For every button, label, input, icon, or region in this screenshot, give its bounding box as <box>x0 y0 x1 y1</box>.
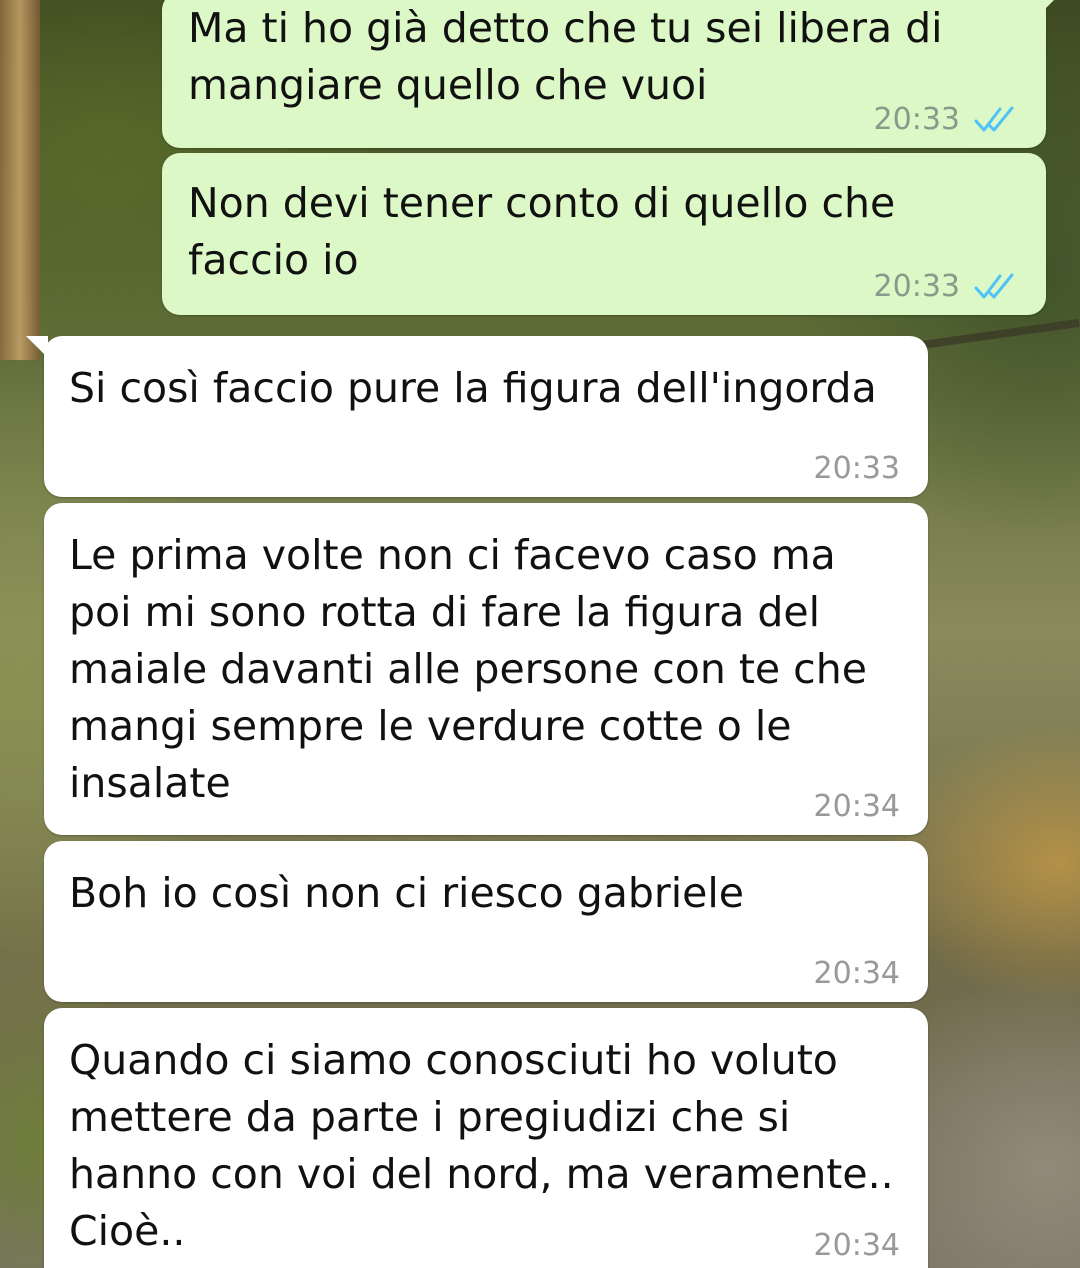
message-meta: 20:33 <box>874 269 1018 305</box>
message-bubble-outgoing[interactable]: Non devi tener conto di quello che facci… <box>162 153 1046 315</box>
message-text: Si così faccio pure la figura dell'ingor… <box>69 364 877 412</box>
message-meta: 20:34 <box>814 956 900 992</box>
message-text: Boh io così non ci riesco gabriele <box>69 869 744 917</box>
message-bubble-incoming[interactable]: Le prima volte non ci facevo caso ma poi… <box>44 503 928 835</box>
message-time: 20:33 <box>813 451 900 486</box>
message-meta: 20:34 <box>814 1228 900 1264</box>
message-bubble-incoming[interactable]: Si così faccio pure la figura dell'ingor… <box>26 336 928 497</box>
message-meta: 20:33 <box>814 451 900 487</box>
message-text: Quando ci siamo conosciuti ho voluto met… <box>69 1036 894 1255</box>
message-time: 20:34 <box>813 956 900 991</box>
chat-wallpaper <box>0 0 40 360</box>
message-time: 20:33 <box>873 269 960 304</box>
message-meta: 20:34 <box>814 789 900 825</box>
bubble-tail <box>26 336 48 358</box>
double-check-read-icon <box>974 273 1014 299</box>
message-time: 20:34 <box>813 1228 900 1263</box>
bubble-tail <box>1042 0 1062 12</box>
message-text: Le prima volte non ci facevo caso ma poi… <box>69 531 867 807</box>
message-time: 20:33 <box>873 102 960 137</box>
message-text: Ma ti ho già detto che tu sei libera di … <box>188 4 943 109</box>
message-meta: 20:33 <box>874 102 1018 138</box>
message-bubble-outgoing[interactable]: Ma ti ho già detto che tu sei libera di … <box>162 0 1062 148</box>
message-time: 20:34 <box>813 789 900 824</box>
message-bubble-incoming[interactable]: Boh io così non ci riesco gabriele 20:34 <box>44 841 928 1002</box>
chat-wallpaper-detail <box>920 318 1080 350</box>
double-check-read-icon <box>974 106 1014 132</box>
message-bubble-incoming[interactable]: Quando ci siamo conosciuti ho voluto met… <box>44 1008 928 1268</box>
